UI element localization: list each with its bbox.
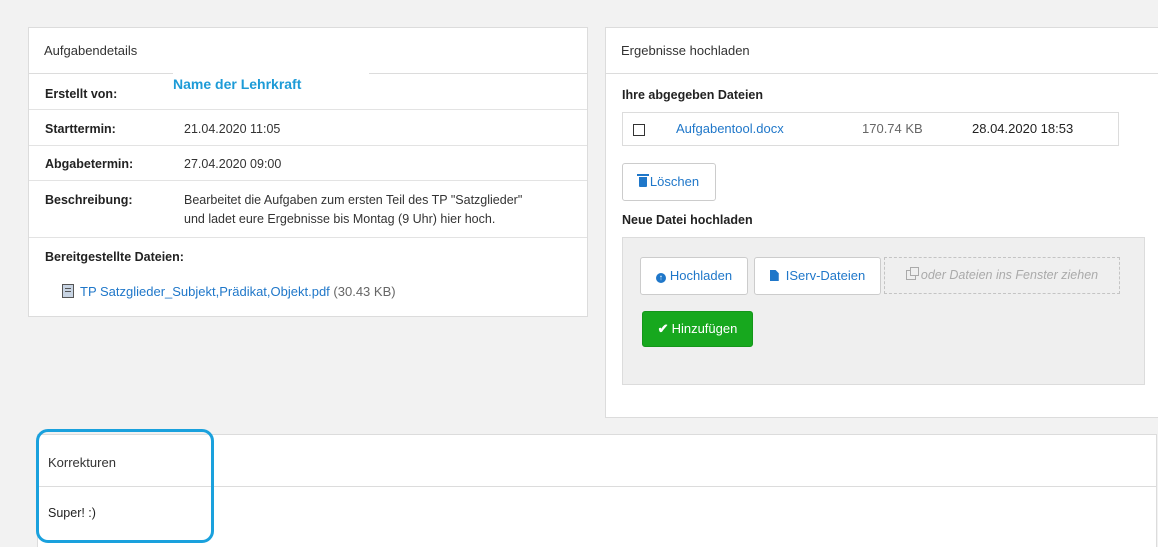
upload-results-panel: Ergebnisse hochladen Ihre abgegeben Date… (605, 27, 1158, 418)
description-line-1: Bearbeitet die Aufgaben zum ersten Teil … (184, 193, 523, 207)
submitted-file-row: Aufgabentool.docx 170.74 KB 28.04.2020 1… (622, 112, 1119, 146)
corrections-heading: Korrekturen (38, 435, 1156, 487)
iserv-files-button-label: IServ-Dateien (785, 268, 866, 283)
created-by-row: Erstellt von: Name der Lehrkraft (29, 72, 587, 110)
check-icon: ✔ (657, 321, 669, 336)
start-date-label: Starttermin: (45, 122, 116, 136)
upload-button[interactable]: ↑ Hochladen (640, 257, 748, 295)
description-row: Beschreibung: Bearbeitet die Aufgaben zu… (29, 181, 587, 238)
due-date-label: Abgabetermin: (45, 157, 134, 171)
submitted-file-name[interactable]: Aufgabentool.docx (676, 121, 784, 136)
created-by-label: Erstellt von: (45, 87, 118, 101)
task-details-heading: Aufgabendetails (29, 28, 587, 74)
start-date-row: Starttermin: 21.04.2020 11:05 (29, 110, 587, 146)
delete-button[interactable]: Löschen (622, 163, 716, 201)
teacher-name: Name der Lehrkraft (173, 72, 369, 98)
description-line-2: und ladet eure Ergebnisse bis Montag (9 … (184, 212, 496, 226)
submitted-file-size: 170.74 KB (862, 121, 923, 136)
provided-file-link[interactable]: TP Satzglieder_Subjekt,Prädikat,Objekt.p… (62, 284, 396, 299)
corrections-panel: Korrekturen Super! :) (37, 434, 1157, 547)
due-date-value: 27.04.2020 09:00 (184, 157, 282, 171)
submitted-files-heading: Ihre abgegeben Dateien (622, 88, 764, 102)
new-file-heading: Neue Datei hochladen (622, 213, 753, 227)
provided-file-size: (30.43 KB) (333, 284, 396, 299)
file-icon (769, 270, 779, 281)
description-label: Beschreibung: (45, 193, 133, 207)
trash-icon (636, 174, 649, 187)
copy-icon (905, 267, 919, 280)
drop-hint: oder Dateien ins Fenster ziehen (884, 257, 1120, 294)
upload-dropzone[interactable]: ↑ Hochladen IServ-Dateien oder Dateien in… (622, 237, 1145, 385)
add-button-label: Hinzufügen (671, 321, 738, 336)
delete-button-label: Löschen (649, 174, 700, 189)
start-date-value: 21.04.2020 11:05 (184, 122, 281, 136)
pdf-file-icon (62, 284, 74, 298)
upload-results-heading: Ergebnisse hochladen (606, 28, 1158, 74)
corrections-text: Super! :) (48, 506, 96, 520)
provided-file-name: TP Satzglieder_Subjekt,Prädikat,Objekt.p… (80, 284, 330, 299)
due-date-row: Abgabetermin: 27.04.2020 09:00 (29, 146, 587, 181)
task-details-panel: Aufgabendetails Erstellt von: Name der L… (28, 27, 588, 317)
submitted-file-date: 28.04.2020 18:53 (972, 121, 1074, 136)
upload-button-label: Hochladen (669, 268, 733, 283)
add-button[interactable]: ✔ Hinzufügen (642, 311, 753, 347)
drop-hint-text: oder Dateien ins Fenster ziehen (920, 268, 1099, 282)
circle-arrow-up-icon: ↑ (655, 273, 666, 283)
iserv-files-button[interactable]: IServ-Dateien (754, 257, 881, 295)
submitted-file-checkbox[interactable] (633, 124, 645, 136)
provided-files-label: Bereitgestellte Dateien: (45, 250, 184, 264)
